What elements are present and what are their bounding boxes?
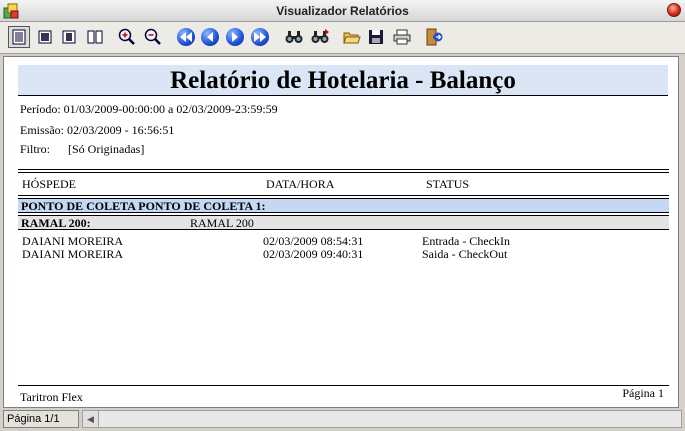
first-page-icon: [177, 28, 195, 46]
exit-button[interactable]: [423, 26, 445, 48]
print-button[interactable]: [391, 26, 413, 48]
group-label-ponto-coleta: PONTO DE COLETA PONTO DE COLETA 1:: [21, 199, 266, 213]
report-emission: Emissão: 02/03/2009 - 16:56:51: [20, 123, 175, 137]
last-page-icon: [251, 28, 269, 46]
column-header-hospede: HÓSPEDE: [22, 177, 77, 191]
status-page-indicator: Página 1/1: [3, 410, 79, 428]
open-icon: [343, 32, 361, 44]
cell-datahora: 02/03/2009 09:40:31: [263, 247, 364, 261]
fit-page-button[interactable]: [34, 26, 56, 48]
scroll-left-icon[interactable]: ◀: [83, 411, 99, 427]
footer-page-number: Página 1: [622, 386, 664, 400]
two-pages-icon: [87, 30, 103, 44]
status-bar: Página 1/1 ◀: [0, 408, 685, 431]
find-icon: [285, 31, 303, 43]
report-period: Período: 01/03/2009-00:00:00 a 02/03/200…: [20, 102, 278, 116]
divider: [18, 172, 669, 173]
toolbar: [0, 22, 685, 54]
zoom-in-button[interactable]: [116, 26, 138, 48]
exit-icon: [426, 28, 443, 46]
open-button[interactable]: [341, 26, 363, 48]
filter-label: Filtro:: [20, 142, 51, 156]
report-title: Relatório de Hotelaria - Balanço: [18, 65, 668, 96]
report-page: Relatório de Hotelaria - Balanço Período…: [3, 56, 679, 408]
close-button[interactable]: [667, 3, 681, 17]
group-band-ponto-coleta: PONTO DE COLETA PONTO DE COLETA 1:: [18, 198, 669, 213]
save-button[interactable]: [365, 26, 387, 48]
horizontal-scrollbar[interactable]: ◀: [82, 410, 682, 428]
last-page-button[interactable]: [249, 26, 271, 48]
zoom-out-icon: [144, 28, 161, 45]
filter-value: [Só Originadas]: [68, 142, 145, 156]
window-title: Visualizador Relatórios: [276, 4, 409, 18]
group-band-ramal: RAMAL 200: RAMAL 200: [18, 215, 669, 230]
divider: [18, 195, 669, 196]
page-view-button[interactable]: [8, 26, 30, 48]
page-width-icon: [62, 30, 76, 44]
print-icon: [393, 29, 411, 45]
cell-hospede: DAIANI MOREIRA: [22, 247, 123, 261]
cell-status: Saida - CheckOut: [422, 247, 508, 261]
page-width-button[interactable]: [58, 26, 80, 48]
find-button[interactable]: [283, 26, 305, 48]
column-header-datahora: DATA/HORA: [266, 177, 335, 191]
footer-divider: [18, 385, 669, 386]
first-page-button[interactable]: [175, 26, 197, 48]
two-pages-button[interactable]: [84, 26, 106, 48]
previous-page-icon: [201, 28, 219, 46]
zoom-out-button[interactable]: [142, 26, 164, 48]
divider: [18, 169, 669, 170]
group-label-ramal: RAMAL 200:: [21, 216, 91, 230]
zoom-in-icon: [118, 28, 135, 45]
save-icon: [369, 30, 383, 44]
fit-page-icon: [38, 30, 52, 44]
footer-left: Taritron Flex: [20, 390, 83, 404]
next-page-button[interactable]: [224, 26, 246, 48]
title-bar: Visualizador Relatórios: [0, 0, 685, 22]
find-next-icon: [311, 29, 329, 43]
find-next-button[interactable]: [309, 26, 331, 48]
next-page-icon: [226, 28, 244, 46]
column-header-status: STATUS: [426, 177, 470, 191]
previous-page-button[interactable]: [199, 26, 221, 48]
page-view-icon: [12, 29, 26, 45]
group-value-ramal: RAMAL 200: [190, 216, 254, 230]
